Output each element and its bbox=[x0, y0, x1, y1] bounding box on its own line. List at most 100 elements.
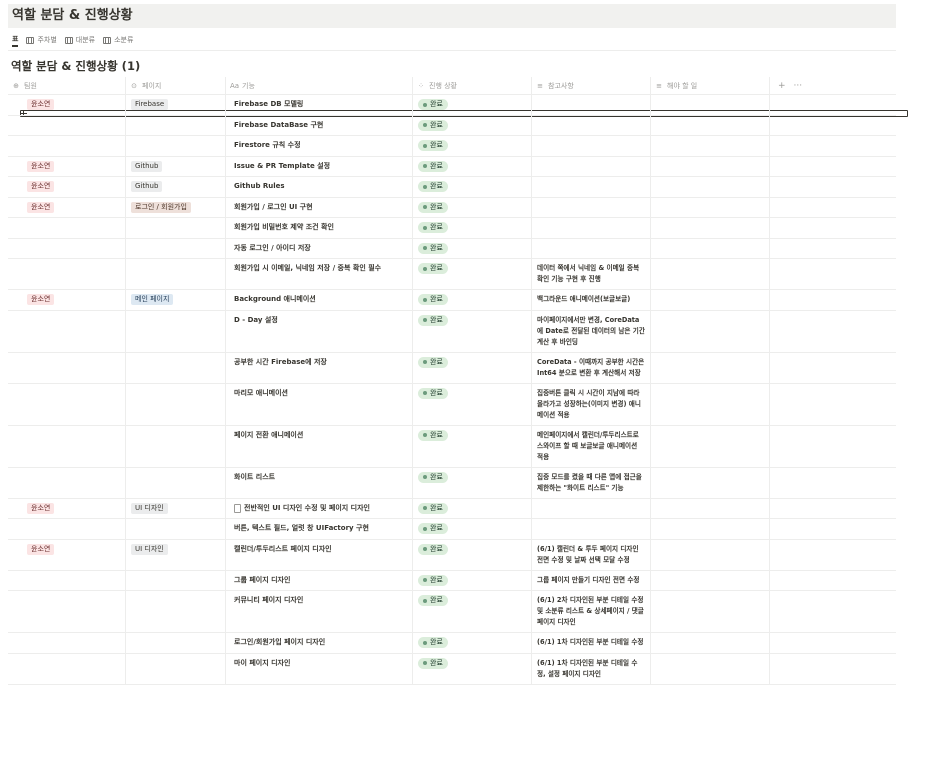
todo-cell[interactable] bbox=[651, 570, 770, 590]
feature-cell[interactable]: 자동 로그인 / 아이디 저장 bbox=[226, 238, 413, 258]
feature-cell[interactable]: 마리모 애니메이션 bbox=[226, 383, 413, 425]
column-header-0[interactable]: ⊕ 팀원 bbox=[8, 77, 126, 94]
todo-cell[interactable] bbox=[651, 136, 770, 156]
column-header-4[interactable]: ≡ 참고사항 bbox=[532, 77, 651, 94]
note-cell[interactable]: 그룹 페이지 만들기 디자인 전면 수정 bbox=[532, 570, 651, 590]
page-cell[interactable] bbox=[126, 653, 226, 684]
page-cell[interactable]: 메인 페이지 bbox=[126, 290, 226, 310]
feature-cell[interactable]: 회원가입 / 로그인 UI 구현 bbox=[226, 197, 413, 217]
member-cell[interactable] bbox=[8, 218, 126, 238]
note-cell[interactable] bbox=[532, 115, 651, 135]
column-header-3[interactable]: ⁘ 진행 상황 bbox=[413, 77, 532, 94]
status-cell[interactable]: 완료 bbox=[413, 238, 532, 258]
todo-cell[interactable] bbox=[651, 352, 770, 383]
feature-cell[interactable]: 회원가입 시 이메일, 닉네임 저장 / 중복 확인 필수 bbox=[226, 259, 413, 289]
table-row[interactable]: 버튼, 텍스트 필드, 얼럿 창 UIFactory 구현 완료 bbox=[8, 519, 896, 540]
todo-cell[interactable] bbox=[651, 310, 770, 352]
view-tab-3[interactable]: 소분류 bbox=[103, 33, 133, 47]
table-row[interactable]: 마이 페이지 디자인 완료 (6/1) 1차 디자인된 부분 디테일 수정, 설정 … bbox=[8, 653, 896, 685]
note-cell[interactable] bbox=[532, 156, 651, 176]
page-cell[interactable]: UI 디자인 bbox=[126, 539, 226, 570]
status-cell[interactable]: 완료 bbox=[413, 633, 532, 653]
feature-cell[interactable]: 화이트 리스트 bbox=[226, 467, 413, 498]
table-row[interactable]: D - Day 설정 완료 마이페이지에서만 변경, CoreData에 Date로… bbox=[8, 310, 896, 353]
feature-cell[interactable]: Firestore 규칙 수정 bbox=[226, 136, 413, 156]
member-cell[interactable] bbox=[8, 425, 126, 467]
more-options-button[interactable]: ··· bbox=[794, 81, 803, 91]
page-cell[interactable] bbox=[126, 519, 226, 539]
member-cell[interactable] bbox=[8, 570, 126, 590]
table-row[interactable]: 자동 로그인 / 아이디 저장 완료 bbox=[8, 238, 896, 259]
feature-cell[interactable]: Firebase DataBase 구현 bbox=[226, 115, 413, 135]
page-cell[interactable] bbox=[126, 259, 226, 289]
column-header-1[interactable]: ⊙ 페이지 bbox=[126, 77, 226, 94]
status-cell[interactable]: 완료 bbox=[413, 570, 532, 590]
todo-cell[interactable] bbox=[651, 238, 770, 258]
table-row[interactable]: 윤소연 Firebase Firebase DB 모델링 완료 bbox=[8, 95, 896, 116]
feature-cell[interactable]: 커뮤니티 페이지 디자인 bbox=[226, 591, 413, 632]
todo-cell[interactable] bbox=[651, 519, 770, 539]
todo-cell[interactable] bbox=[651, 653, 770, 684]
status-cell[interactable]: 완료 bbox=[413, 95, 532, 115]
add-column-button[interactable]: + bbox=[778, 81, 786, 91]
todo-cell[interactable] bbox=[651, 218, 770, 238]
member-cell[interactable] bbox=[8, 115, 126, 135]
note-cell[interactable]: 메인페이지에서 캘린더/투두리스트로 스와이프 할 때 보글보글 애니메이션 적… bbox=[532, 425, 651, 467]
member-cell[interactable]: 윤소연 bbox=[8, 539, 126, 570]
member-cell[interactable] bbox=[8, 467, 126, 498]
member-cell[interactable]: 윤소연 bbox=[8, 156, 126, 176]
member-cell[interactable] bbox=[8, 653, 126, 684]
member-cell[interactable] bbox=[8, 633, 126, 653]
status-cell[interactable]: 완료 bbox=[413, 156, 532, 176]
todo-cell[interactable] bbox=[651, 177, 770, 197]
feature-cell[interactable]: 마이 페이지 디자인 bbox=[226, 653, 413, 684]
page-cell[interactable]: UI 디자인 bbox=[126, 498, 226, 518]
feature-cell[interactable]: 그룹 페이지 디자인 bbox=[226, 570, 413, 590]
member-cell[interactable] bbox=[8, 519, 126, 539]
status-cell[interactable]: 완료 bbox=[413, 197, 532, 217]
table-row[interactable]: 회원가입 시 이메일, 닉네임 저장 / 중복 확인 필수 완료 데이터 쪽에서 닉… bbox=[8, 259, 896, 290]
member-cell[interactable]: 윤소연 bbox=[8, 95, 126, 115]
status-cell[interactable]: 완료 bbox=[413, 115, 532, 135]
todo-cell[interactable] bbox=[651, 115, 770, 135]
member-cell[interactable]: 윤소연 bbox=[8, 290, 126, 310]
table-row[interactable]: 그룹 페이지 디자인 완료 그룹 페이지 만들기 디자인 전면 수정 bbox=[8, 570, 896, 591]
note-cell[interactable]: (6/1) 1차 디자인된 부분 디테일 수정 bbox=[532, 633, 651, 653]
note-cell[interactable]: (6/1) 2차 디자인된 부분 디테일 수정 및 소분류 리스트 & 상세페이… bbox=[532, 591, 651, 632]
member-cell[interactable] bbox=[8, 383, 126, 425]
database-title[interactable]: 역할 분담 & 진행상황 (1) bbox=[11, 58, 140, 74]
page-cell[interactable] bbox=[126, 633, 226, 653]
todo-cell[interactable] bbox=[651, 633, 770, 653]
feature-cell[interactable]: 공부한 시간 Firebase에 저장 bbox=[226, 352, 413, 383]
note-cell[interactable] bbox=[532, 498, 651, 518]
table-row[interactable]: Firebase DataBase 구현 완료 bbox=[8, 115, 896, 136]
note-cell[interactable]: 집중버튼 클릭 시 시간이 지남에 따라 올라가고 성장하는(이미지 변경) 애… bbox=[532, 383, 651, 425]
page-cell[interactable]: 로그인 / 회원가입 bbox=[126, 197, 226, 217]
status-cell[interactable]: 완료 bbox=[413, 425, 532, 467]
status-cell[interactable]: 완료 bbox=[413, 259, 532, 289]
feature-cell[interactable]: 캘린더/투두리스트 페이지 디자인 bbox=[226, 539, 413, 570]
todo-cell[interactable] bbox=[651, 467, 770, 498]
status-cell[interactable]: 완료 bbox=[413, 310, 532, 352]
feature-cell[interactable]: D - Day 설정 bbox=[226, 310, 413, 352]
note-cell[interactable] bbox=[532, 177, 651, 197]
status-cell[interactable]: 완료 bbox=[413, 498, 532, 518]
note-cell[interactable]: 마이페이지에서만 변경, CoreData에 Date로 전달된 데이터의 남은… bbox=[532, 310, 651, 352]
note-cell[interactable] bbox=[532, 95, 651, 115]
table-row[interactable]: 윤소연 UI 디자인 캘린더/투두리스트 페이지 디자인 완료 (6/1) 캘린더 & … bbox=[8, 539, 896, 571]
feature-cell[interactable]: Github Rules bbox=[226, 177, 413, 197]
status-cell[interactable]: 완료 bbox=[413, 653, 532, 684]
todo-cell[interactable] bbox=[651, 259, 770, 289]
todo-cell[interactable] bbox=[651, 383, 770, 425]
table-row[interactable]: 윤소연 Github Issue & PR Template 설정 완료 bbox=[8, 156, 896, 177]
todo-cell[interactable] bbox=[651, 539, 770, 570]
member-cell[interactable] bbox=[8, 352, 126, 383]
page-cell[interactable] bbox=[126, 218, 226, 238]
page-cell[interactable] bbox=[126, 136, 226, 156]
status-cell[interactable]: 완료 bbox=[413, 352, 532, 383]
page-cell[interactable] bbox=[126, 238, 226, 258]
note-cell[interactable]: CoreData - 이때까지 공부한 시간은 Int64 분으로 변환 후 계… bbox=[532, 352, 651, 383]
table-row[interactable]: Firestore 규칙 수정 완료 bbox=[8, 136, 896, 157]
table-row[interactable]: 윤소연 로그인 / 회원가입 회원가입 / 로그인 UI 구현 완료 bbox=[8, 197, 896, 218]
status-cell[interactable]: 완료 bbox=[413, 591, 532, 632]
